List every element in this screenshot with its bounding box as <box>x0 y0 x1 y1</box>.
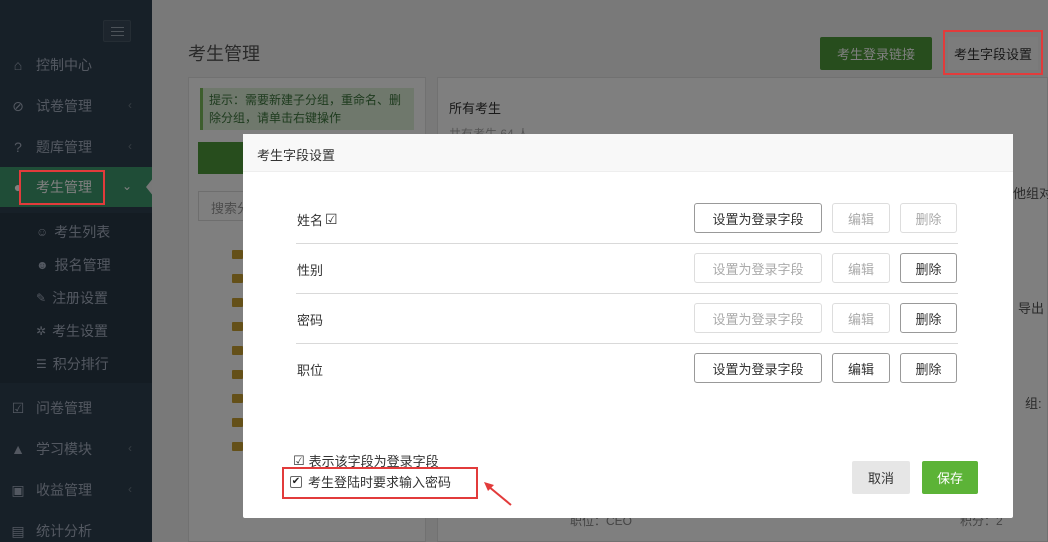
edit-field-button[interactable]: 编辑 <box>832 303 890 333</box>
login-field-check-icon: ☑ <box>325 211 338 227</box>
field-name: 职位 <box>297 360 323 379</box>
annotation-box-password <box>282 467 478 499</box>
edit-field-button[interactable]: 编辑 <box>832 253 890 283</box>
field-name: 密码 <box>297 310 323 329</box>
field-name-label: 性别 <box>297 263 324 278</box>
delete-field-button[interactable]: 删除 <box>900 353 957 383</box>
cancel-button[interactable]: 取消 <box>852 461 910 494</box>
field-row-gender: 性别 设置为登录字段 编辑 删除 <box>296 244 958 294</box>
delete-field-button[interactable]: 删除 <box>900 253 957 283</box>
annotation-box-sidebar <box>19 170 105 205</box>
set-login-field-button[interactable]: 设置为登录字段 <box>694 203 822 233</box>
field-name-label: 职位 <box>297 363 324 378</box>
edit-field-button[interactable]: 编辑 <box>832 203 890 233</box>
field-name-label: 姓名 <box>297 213 324 228</box>
annotation-arrow-icon <box>484 482 512 506</box>
set-login-field-button[interactable]: 设置为登录字段 <box>694 303 822 333</box>
set-login-field-button[interactable]: 设置为登录字段 <box>694 253 822 283</box>
save-button[interactable]: 保存 <box>922 461 978 494</box>
modal-title: 考生字段设置 <box>243 134 1013 172</box>
field-row-name: 姓名 ☑ 设置为登录字段 编辑 删除 <box>296 194 958 244</box>
delete-field-button[interactable]: 删除 <box>900 203 957 233</box>
field-settings-modal: 考生字段设置 姓名 ☑ 设置为登录字段 编辑 删除 性别 设置为登录字段 编辑 … <box>243 134 1013 518</box>
field-row-password: 密码 设置为登录字段 编辑 删除 <box>296 294 958 344</box>
field-name: 性别 <box>297 260 323 279</box>
delete-field-button[interactable]: 删除 <box>900 303 957 333</box>
set-login-field-button[interactable]: 设置为登录字段 <box>694 353 822 383</box>
field-name: 姓名 ☑ <box>297 210 338 229</box>
field-row-position: 职位 设置为登录字段 编辑 删除 <box>296 344 958 394</box>
annotation-box-field-settings <box>943 30 1043 75</box>
field-name-label: 密码 <box>297 313 324 328</box>
edit-field-button[interactable]: 编辑 <box>832 353 890 383</box>
